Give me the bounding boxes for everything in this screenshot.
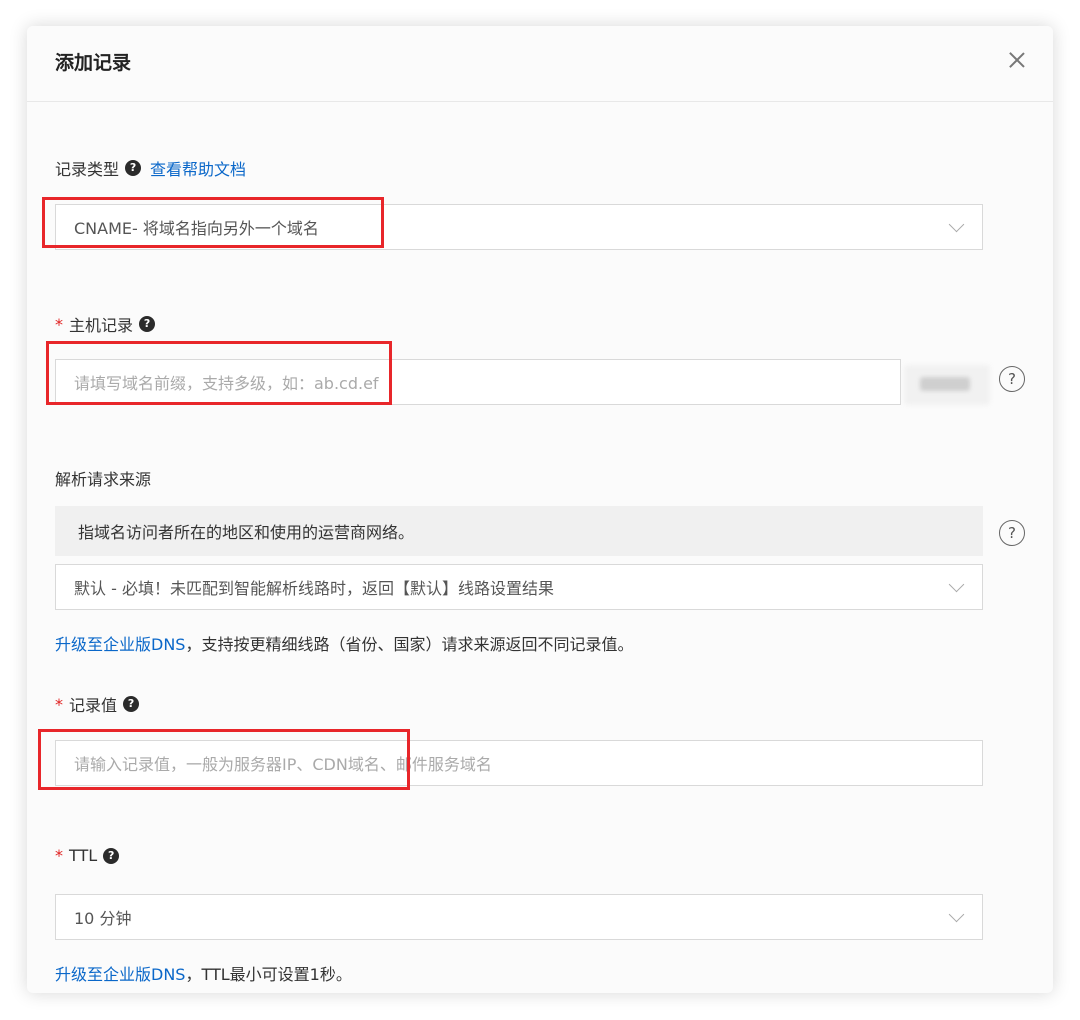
dialog-title: 添加记录 (55, 52, 132, 74)
help-icon[interactable]: ? (123, 696, 140, 712)
source-info-text: 指域名访问者所在的地区和使用的运营商网络。 (78, 523, 415, 542)
upgrade-dns-link[interactable]: 升级至企业版DNS (55, 965, 185, 984)
record-type-select[interactable]: CNAME- 将域名指向另外一个域名 (55, 204, 983, 250)
record-type-value: CNAME- 将域名指向另外一个域名 (74, 219, 319, 238)
required-mark: * (55, 314, 63, 334)
record-value-placeholder: 请输入记录值，一般为服务器IP、CDN域名、邮件服务域名 (74, 755, 492, 774)
record-type-label-row: 记录类型 ? 查看帮助文档 (55, 156, 246, 180)
ttl-select[interactable]: 10 分钟 (55, 894, 983, 940)
help-icon[interactable]: ? (103, 847, 120, 864)
help-circle-icon[interactable]: ? (999, 366, 1025, 392)
record-type-label: 记录类型 (55, 160, 120, 179)
upgrade-dns-link[interactable]: 升级至企业版DNS (55, 635, 185, 654)
source-select[interactable]: 默认 - 必填！未匹配到智能解析线路时，返回【默认】线路设置结果 (55, 564, 983, 610)
host-input[interactable]: 请填写域名前缀，支持多级，如：ab.cd.ef (55, 359, 901, 405)
ttl-upgrade-text: ，TTL最小可设置1秒。 (185, 965, 352, 984)
source-upgrade-note: 升级至企业版DNS，支持按更精细线路（省份、国家）请求来源返回不同记录值。 (55, 631, 633, 655)
chevron-down-icon (948, 576, 965, 593)
ttl-label-row: * TTL ? (55, 846, 120, 865)
source-upgrade-text: ，支持按更精细线路（省份、国家）请求来源返回不同记录值。 (185, 635, 634, 654)
close-icon[interactable] (1007, 50, 1027, 70)
host-placeholder: 请填写域名前缀，支持多级，如：ab.cd.ef (74, 374, 379, 393)
host-label-row: * 主机记录 ? (55, 312, 156, 336)
help-doc-link[interactable]: 查看帮助文档 (150, 156, 246, 180)
record-value-label: 记录值 (69, 696, 118, 715)
record-value-input[interactable]: 请输入记录值，一般为服务器IP、CDN域名、邮件服务域名 (55, 740, 983, 786)
host-label: 主机记录 (69, 316, 134, 335)
record-value-label-row: * 记录值 ? (55, 692, 140, 716)
ttl-value: 10 分钟 (74, 909, 132, 928)
chevron-down-icon (948, 906, 965, 923)
help-circle-icon[interactable]: ? (999, 520, 1025, 546)
source-value: 默认 - 必填！未匹配到智能解析线路时，返回【默认】线路设置结果 (74, 579, 554, 598)
required-mark: * (55, 694, 63, 714)
domain-suffix-blurred (904, 365, 990, 405)
source-label-row: 解析请求来源 (55, 466, 151, 490)
required-mark: * (55, 846, 63, 865)
help-icon[interactable]: ? (139, 316, 156, 332)
source-info-box: 指域名访问者所在的地区和使用的运营商网络。 (55, 506, 983, 556)
ttl-upgrade-note: 升级至企业版DNS，TTL最小可设置1秒。 (55, 961, 352, 985)
ttl-label: TTL (69, 846, 98, 865)
add-record-dialog: 添加记录 记录类型 ? 查看帮助文档 CNAME- 将域名指向另外一个域名 * … (27, 26, 1053, 993)
dialog-header: 添加记录 (27, 26, 1053, 102)
help-icon[interactable]: ? (125, 160, 142, 176)
chevron-down-icon (948, 216, 965, 233)
source-label: 解析请求来源 (55, 470, 152, 489)
